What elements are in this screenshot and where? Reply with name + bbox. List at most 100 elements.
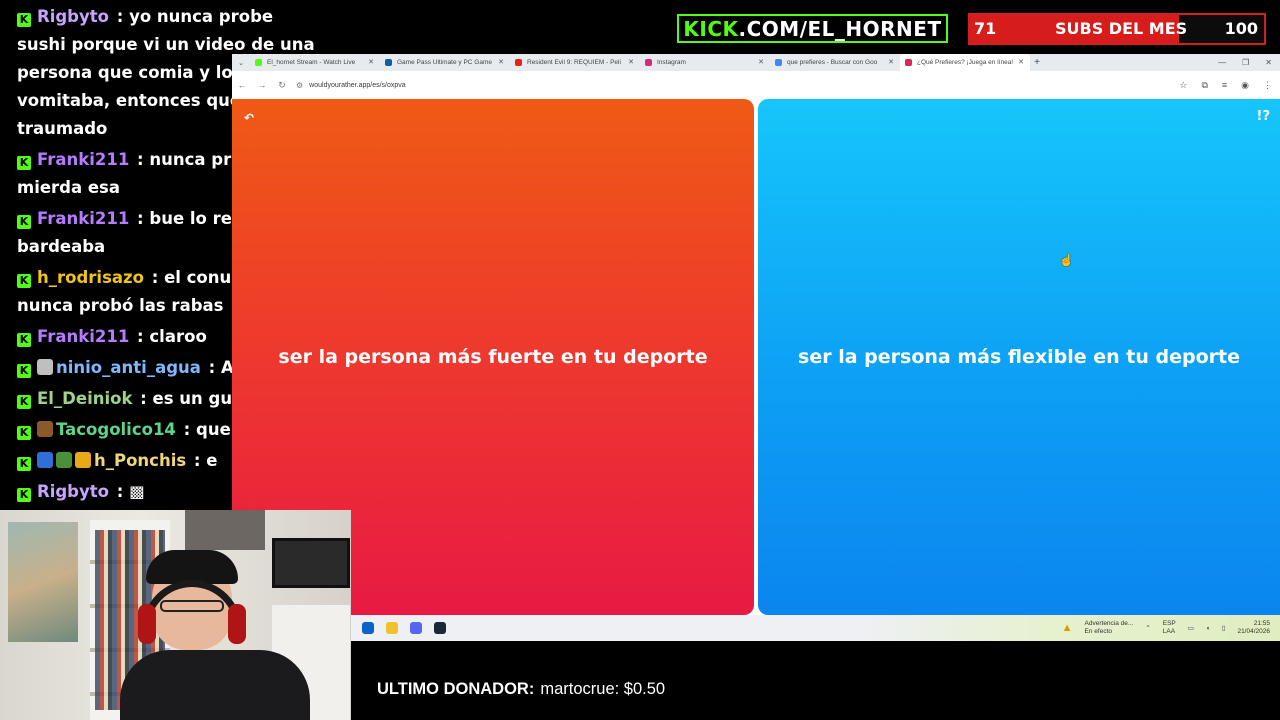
streamer (120, 550, 310, 720)
chat-separator: : (110, 482, 130, 501)
address-bar[interactable]: ⚙ wouldyourather.app/es/s/oxpva (296, 76, 1156, 94)
chat-text: e (206, 451, 218, 470)
chat-username[interactable]: Franki211 (37, 327, 129, 346)
tab-favicon-icon (255, 59, 262, 66)
kick-badge-icon: K (17, 457, 31, 471)
maximize-icon[interactable]: ❐ (1242, 58, 1249, 67)
last-donor-label: ULTIMO DONADOR: (377, 680, 535, 698)
toolbar-actions: ☆ ⧉ ≡ ◉ ⋮ (1179, 80, 1280, 91)
profile-icon[interactable]: ◉ (1241, 80, 1249, 91)
chat-username[interactable]: h_Ponchis (94, 451, 186, 470)
close-window-icon[interactable]: ✕ (1265, 58, 1272, 67)
kick-badge-icon: K (17, 215, 31, 229)
chat-separator: : (110, 7, 130, 26)
bookmark-star-icon[interactable]: ☆ (1179, 80, 1187, 91)
tab-search-chevron-icon[interactable]: ⌄ (232, 59, 250, 67)
kick-badge-icon: K (17, 156, 31, 170)
tab[interactable]: Instagram ✕ (640, 54, 770, 71)
volume-icon[interactable]: ◖ (1206, 625, 1210, 632)
streamer-glasses (160, 600, 224, 612)
choice-right-text: ser la persona más flexible en tu deport… (798, 346, 1240, 368)
tab-favicon-icon (515, 59, 522, 66)
headset-ear-left (138, 604, 156, 644)
discord-icon[interactable] (410, 622, 422, 634)
chat-separator: : (145, 268, 165, 287)
tab[interactable]: Game Pass Ultimate y PC Game ✕ (380, 54, 510, 71)
choice-right-button[interactable]: ser la persona más flexible en tu deport… (758, 99, 1280, 615)
back-arrow-icon[interactable]: ← (232, 80, 252, 90)
battery-icon[interactable]: ▯ (1222, 624, 1226, 632)
weather-warning[interactable]: Advertencia de... En efecto (1085, 620, 1134, 636)
language-region: LAA (1162, 628, 1176, 635)
outlook-icon[interactable] (362, 622, 374, 634)
chat-username[interactable]: Rigbyto (37, 482, 109, 501)
navigation-bar: ← → ↻ ⚙ wouldyourather.app/es/s/oxpva ☆ … (232, 71, 1280, 99)
kick-channel-text: .COM/EL_HORNET (738, 16, 942, 41)
new-tab-plus-icon[interactable]: + (1030, 57, 1044, 68)
subs-label: SUBS DEL MES (1055, 19, 1188, 38)
kick-url-banner: KICK .COM/EL_HORNET (677, 14, 948, 43)
tab-close-icon[interactable]: ✕ (888, 58, 894, 66)
warning-title: Advertencia de... (1084, 620, 1134, 627)
kick-badge-icon: K (17, 333, 31, 347)
media-icon[interactable]: ≡ (1222, 80, 1227, 91)
tab[interactable]: que prefieres - Buscar con Goo ✕ (770, 54, 900, 71)
help-button[interactable]: !? (1257, 109, 1270, 124)
share-icon[interactable]: ↶ (244, 111, 254, 125)
warning-icon[interactable]: ▲ (1062, 622, 1073, 634)
tab-active[interactable]: ¿Qué Prefieres? ¡Juega en línea! ✕ (900, 54, 1030, 71)
tab-bar: ⌄ El_hornet Stream - Watch Live ✕ Game Pas… (232, 54, 1280, 71)
tab[interactable]: El_hornet Stream - Watch Live ✕ (250, 54, 380, 71)
menu-kebab-icon[interactable]: ⋮ (1263, 80, 1272, 91)
user-badge-icon (37, 421, 53, 437)
tab[interactable]: Resident Evil 9: REQUIEM - Peli ✕ (510, 54, 640, 71)
tab-favicon-icon (905, 59, 912, 66)
tab-close-icon[interactable]: ✕ (758, 58, 764, 66)
steam-icon[interactable] (434, 622, 446, 634)
clock[interactable]: 21:55 21/04/2026 (1237, 620, 1270, 636)
chat-username[interactable]: h_rodrisazo (37, 268, 144, 287)
chat-separator: : (177, 420, 197, 439)
reload-icon[interactable]: ↻ (272, 80, 292, 91)
chat-username[interactable]: Tacogolico14 (56, 420, 176, 439)
kick-badge-icon: K (17, 274, 31, 288)
clock-date: 21/04/2026 (1237, 628, 1270, 635)
language-indicator[interactable]: ESP LAA (1163, 620, 1176, 636)
tray-chevron-icon[interactable]: ⌃ (1145, 624, 1150, 632)
user-badge-icon (37, 452, 53, 468)
window-controls: — ❐ ✕ (1218, 58, 1280, 67)
chat-username[interactable]: ninio_anti_agua (56, 358, 201, 377)
folder-icon[interactable] (386, 622, 398, 634)
streamer-cap (146, 550, 238, 584)
chat-separator: : (131, 150, 150, 169)
tab-title: que prefieres - Buscar con Goo (787, 59, 878, 66)
chat-separator: : (131, 327, 150, 346)
tab-title: Resident Evil 9: REQUIEM - Peli (527, 59, 621, 66)
network-icon[interactable]: ▭ (1188, 624, 1194, 632)
kick-logo-text: KICK (683, 16, 739, 41)
chat-username[interactable]: Franki211 (37, 209, 129, 228)
tab-close-icon[interactable]: ✕ (368, 58, 374, 66)
kick-badge-icon: K (17, 13, 31, 27)
last-donor: ULTIMO DONADOR: martocrue: $0.50 (377, 680, 665, 699)
tab-close-icon[interactable]: ✕ (1018, 58, 1024, 66)
site-info-icon[interactable]: ⚙ (296, 81, 303, 90)
tab-close-icon[interactable]: ✕ (628, 58, 634, 66)
tab-title: ¿Qué Prefieres? ¡Juega en línea! (917, 59, 1014, 66)
extensions-icon[interactable]: ⧉ (1201, 80, 1207, 91)
chat-username[interactable]: Rigbyto (37, 7, 109, 26)
tab-title: Game Pass Ultimate y PC Game (397, 59, 492, 66)
choice-left-text: ser la persona más fuerte en tu deporte (278, 346, 708, 368)
chat-username[interactable]: Franki211 (37, 150, 129, 169)
kick-badge-icon: K (17, 395, 31, 409)
last-donor-value: martocrue: $0.50 (540, 680, 666, 698)
tab-title: El_hornet Stream - Watch Live (267, 59, 356, 66)
minimize-icon[interactable]: — (1218, 58, 1226, 67)
chat-separator: : (131, 209, 150, 228)
subs-target: 100 (1224, 19, 1258, 38)
kick-badge-icon: K (17, 426, 31, 440)
chat-username[interactable]: El_Deiniok (37, 389, 132, 408)
forward-arrow-icon[interactable]: → (252, 80, 272, 90)
tab-close-icon[interactable]: ✕ (498, 58, 504, 66)
tab-favicon-icon (645, 59, 652, 66)
